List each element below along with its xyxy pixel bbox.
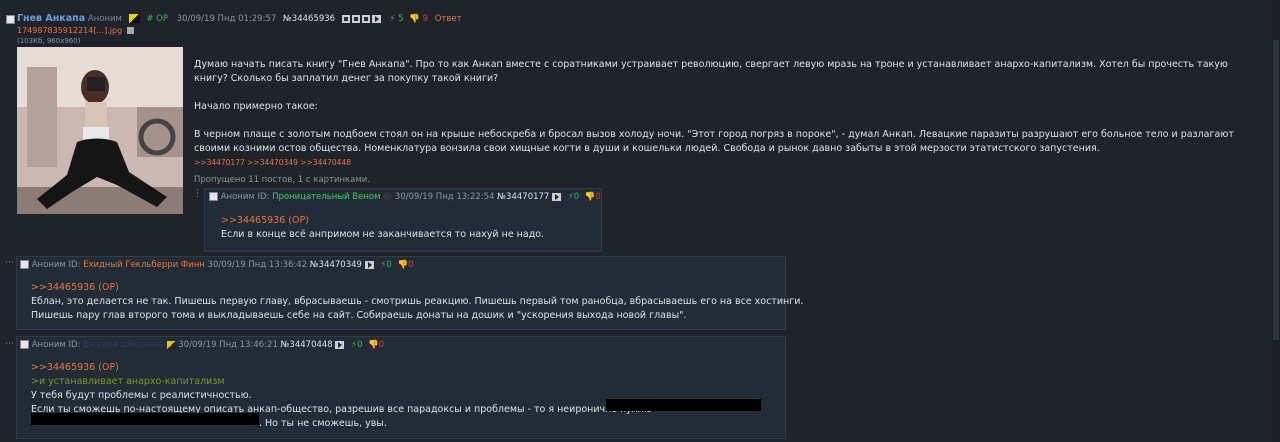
op-reply-link[interactable]: Ответ (435, 14, 462, 24)
file-search-icon[interactable] (126, 27, 134, 34)
op-likes: 5 (398, 14, 404, 24)
reply1-likes: 0 (573, 192, 580, 202)
reply3-id-name: Ежедки Шершень (83, 340, 164, 350)
op-author[interactable]: Гнев Анкапа (17, 13, 85, 24)
spoiler-block-1[interactable] (606, 399, 761, 411)
reply2-post-number[interactable]: №34470349 (310, 260, 362, 270)
report-icon[interactable] (351, 14, 360, 23)
reply1-quote-link[interactable]: >>34465936 (OP) (221, 214, 544, 228)
play-icon[interactable] (371, 14, 381, 23)
reply1-dislikes: 0 (595, 192, 601, 202)
op-datetime: 30/09/19 Пнд 01:29:57 (176, 14, 277, 24)
op-text-paragraph-3: В черном плаще с золотым подбоем стоял о… (194, 129, 1234, 154)
op-thumbnail[interactable] (17, 47, 183, 214)
like-icon[interactable]: ⚡ (389, 14, 395, 24)
op-text-paragraph-1: Думаю начать писать книгу "Гнев Анкапа".… (194, 59, 1228, 84)
reply2-text-line-2: Пишешь пару глав второго тома и выкладыв… (31, 310, 687, 321)
reply3-text-line-3: . Но ты не сможешь, увы. (259, 418, 387, 429)
play-icon[interactable] (552, 192, 562, 201)
skull-icon (383, 192, 393, 201)
dislike-icon[interactable]: 👎 (585, 192, 596, 202)
reply1-anon: Аноним ID: (220, 192, 270, 202)
op-dislikes: 9 (422, 14, 428, 24)
op-anon-label: Аноним (87, 14, 122, 24)
play-icon[interactable] (335, 340, 345, 349)
hide-icon[interactable] (341, 14, 350, 23)
op-tools (341, 14, 384, 24)
dislike-icon[interactable]: 👎 (409, 14, 420, 24)
spoiler-block-2[interactable] (31, 413, 259, 425)
reply2-text-line-1: Еблан, это делается не так. Пишешь перву… (31, 296, 804, 307)
reply1-post-number[interactable]: №34470177 (497, 192, 549, 202)
reply1-id-name: Проницательный Веном (272, 192, 381, 202)
op-file-name[interactable]: 17498783591221​4[...].jpg (17, 26, 122, 35)
reply2-anon: Аноним ID: (31, 260, 81, 270)
reply1-datetime: 30/09/19 Пнд 13:22:54 (394, 192, 495, 202)
reply3-quote-link[interactable]: >>34465936 (OP) (31, 361, 781, 375)
reply2-id-name: Ехидный Гекльберри Финн (83, 260, 205, 270)
reply-dots: ⋮ (193, 189, 203, 199)
reply-post-2: Аноним ID: Ехидный Гекльберри Финн 30/09… (16, 256, 804, 330)
op-select-checkbox[interactable] (6, 15, 15, 24)
play-icon[interactable] (364, 260, 374, 269)
reply2-likes: 0 (386, 260, 392, 270)
close-icon[interactable] (361, 14, 370, 23)
reply2-dots: ⋯ (5, 258, 15, 268)
reply3-datetime: 30/09/19 Пнд 13:46:21 (178, 340, 278, 350)
reply2-quote-link[interactable]: >>34465936 (OP) (31, 281, 781, 295)
scrollbar-thumb[interactable] (1273, 40, 1279, 340)
op-replies-links[interactable]: >>34470177 >>34470349 >>34470448 (194, 158, 351, 167)
dislike-icon[interactable]: 👎 (368, 340, 379, 350)
reply3-dislikes: 0 (378, 340, 385, 350)
reply3-greentext: >и устанавливает анархо-капитализм (31, 376, 225, 387)
dislike-icon[interactable]: 👎 (397, 260, 408, 270)
reply2-datetime: 30/09/19 Пнд 13:36:42 (207, 260, 308, 270)
flag-icon (128, 14, 140, 23)
reply3-select-checkbox[interactable] (20, 340, 29, 349)
reply-post-3: Аноним ID: Ежедки Шершень 30/09/19 Пнд 1… (16, 336, 786, 439)
reply1-text: Если в конце всё анпримом не заканчивает… (221, 229, 545, 240)
op-post-number[interactable]: №34465936 (283, 14, 335, 24)
op-skipped-notice[interactable]: Пропущено 11 постов, 1 с картинками. (194, 175, 370, 185)
flag-icon (166, 340, 176, 349)
reply2-dislikes: 0 (408, 260, 414, 270)
reply3-likes: 0 (357, 340, 363, 350)
reply2-select-checkbox[interactable] (20, 260, 29, 269)
reply3-dots: ⋯ (5, 339, 15, 349)
op-file-info: (103Кб, 960x960) (17, 37, 81, 45)
scrollbar-track[interactable] (1272, 0, 1280, 442)
reply3-anon: Аноним ID: (31, 340, 81, 350)
op-text-paragraph-2: Начало примерно такое: (194, 101, 318, 112)
reply3-post-number[interactable]: №34470448 (281, 340, 333, 350)
op-tag: # OP (146, 14, 168, 24)
op-thumbnail-image (17, 47, 183, 214)
reply1-select-checkbox[interactable] (209, 192, 218, 201)
reply-post-1: ⋮ Аноним ID: Проницательный Веном 30/09/… (193, 188, 602, 252)
